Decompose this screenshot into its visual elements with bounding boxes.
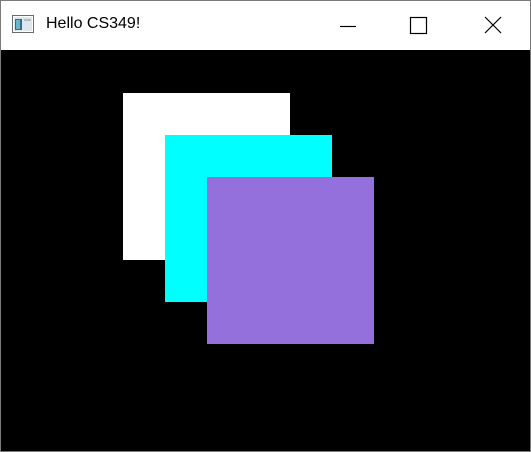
close-icon bbox=[484, 16, 502, 34]
app-window: Hello CS349! bbox=[0, 0, 531, 452]
drawing-canvas[interactable] bbox=[1, 50, 530, 451]
purple-square bbox=[207, 177, 374, 344]
maximize-button[interactable] bbox=[395, 1, 441, 50]
minimize-icon bbox=[340, 25, 356, 28]
title-bar[interactable]: Hello CS349! bbox=[1, 1, 530, 50]
maximize-icon bbox=[409, 16, 428, 35]
app-window-icon bbox=[12, 15, 34, 33]
close-button[interactable] bbox=[468, 1, 514, 50]
window-title: Hello CS349! bbox=[46, 15, 141, 32]
minimize-button[interactable] bbox=[323, 1, 369, 50]
